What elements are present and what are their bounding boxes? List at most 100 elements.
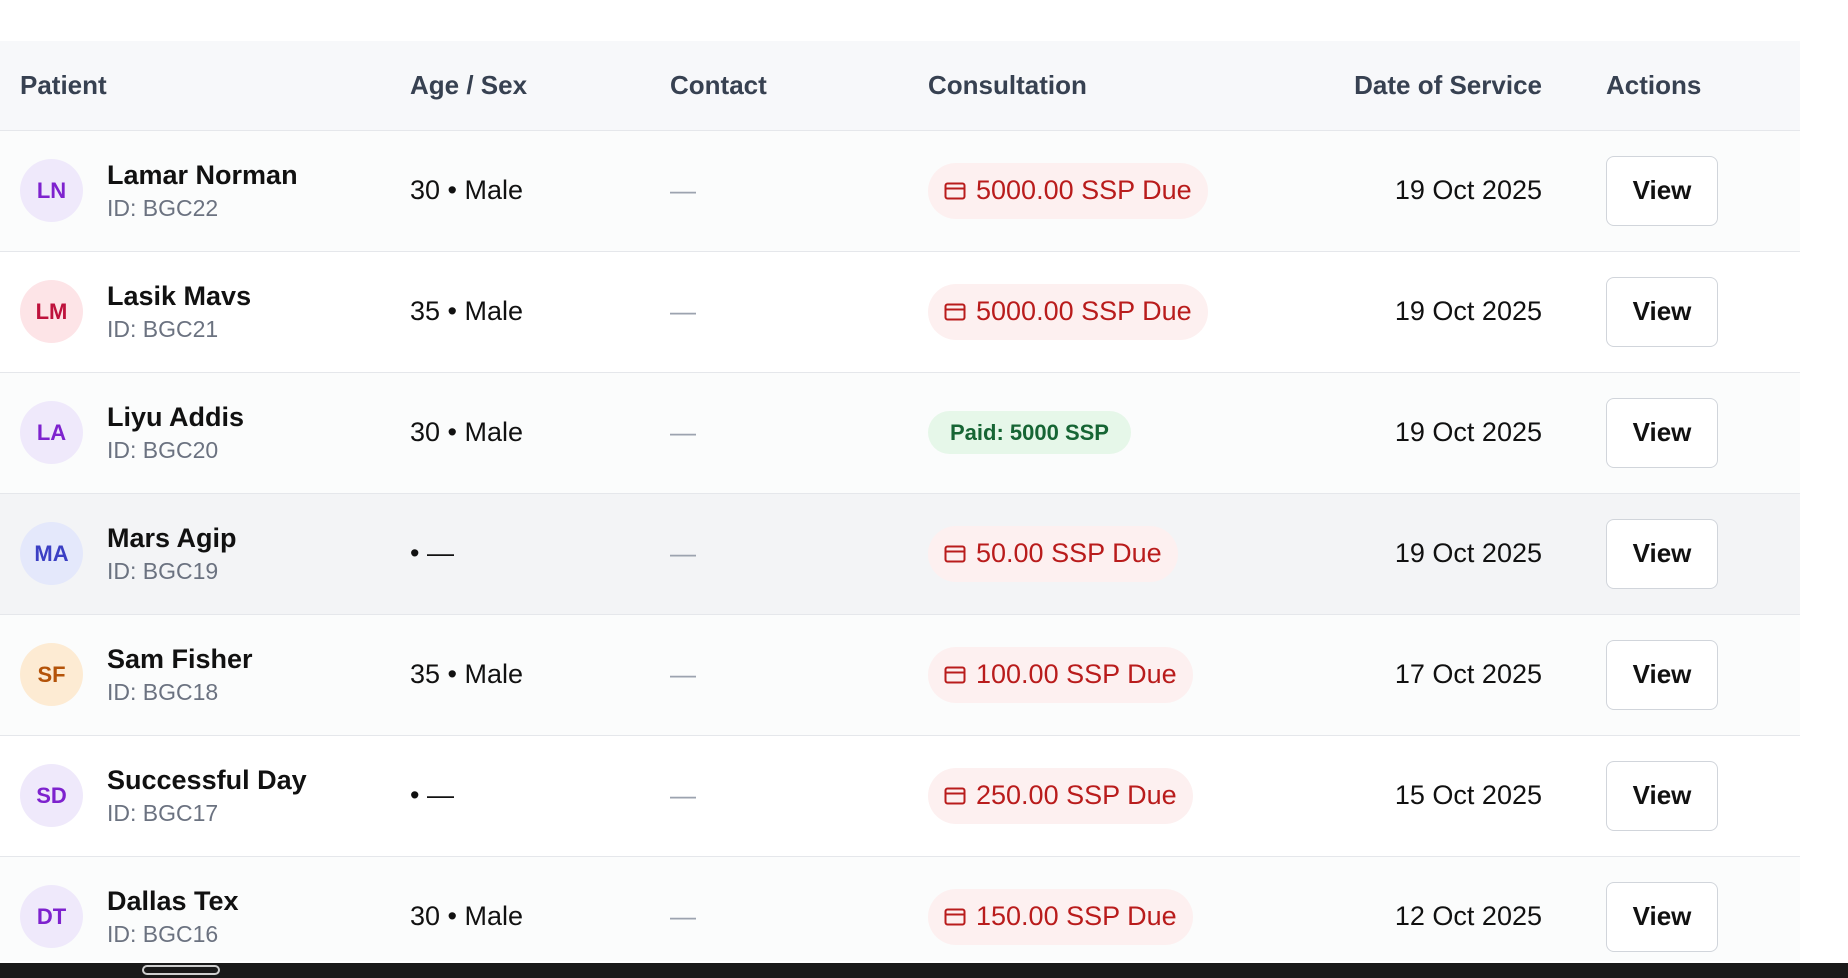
- due-status-badge: 100.00 SSP Due: [928, 646, 1193, 703]
- contact-cell: —: [670, 251, 928, 372]
- date-of-service: 19 Oct 2025: [1394, 417, 1542, 447]
- patient-id: ID: BGC16: [107, 920, 219, 947]
- date-cell: 19 Oct 2025: [1308, 251, 1606, 372]
- consultation-cell: 5000.00 SSP Due: [928, 251, 1308, 372]
- age-sex-value: 30 • Male: [410, 901, 524, 931]
- consultation-cell: 150.00 SSP Due: [928, 856, 1308, 961]
- avatar: SF: [20, 643, 83, 706]
- actions-cell: View: [1606, 130, 1800, 251]
- patient-name: Sam Fisher: [107, 643, 253, 674]
- age-sex-value: 30 • Male: [410, 417, 524, 447]
- credit-card-icon: [944, 182, 966, 200]
- due-status-badge: 5000.00 SSP Due: [928, 162, 1208, 219]
- credit-card-icon: [944, 908, 966, 926]
- contact-value: —: [670, 659, 696, 689]
- contact-cell: —: [670, 493, 928, 614]
- patient-id: ID: BGC22: [107, 194, 219, 221]
- table-body: LN Lamar Norman ID: BGC22 30 • Male — 50…: [0, 130, 1800, 961]
- table-row[interactable]: SD Successful Day ID: BGC17 • — — 250.00…: [0, 735, 1800, 856]
- date-cell: 19 Oct 2025: [1308, 372, 1606, 493]
- avatar: LA: [20, 401, 83, 464]
- avatar: LM: [20, 280, 83, 343]
- table-row[interactable]: SF Sam Fisher ID: BGC18 35 • Male — 100.…: [0, 614, 1800, 735]
- contact-value: —: [670, 780, 696, 810]
- actions-cell: View: [1606, 251, 1800, 372]
- patient-id: ID: BGC18: [107, 678, 219, 705]
- date-cell: 15 Oct 2025: [1308, 735, 1606, 856]
- avatar: MA: [20, 522, 83, 585]
- patient-id: ID: BGC21: [107, 315, 219, 342]
- column-header-patient: Patient: [20, 69, 107, 100]
- due-status-badge: 150.00 SSP Due: [928, 888, 1193, 945]
- contact-value: —: [670, 538, 696, 568]
- column-header-contact: Contact: [670, 69, 767, 100]
- view-button[interactable]: View: [1606, 639, 1718, 710]
- actions-cell: View: [1606, 372, 1800, 493]
- age-sex-value: • —: [410, 780, 454, 810]
- patient-name: Mars Agip: [107, 522, 237, 553]
- patient-name: Lamar Norman: [107, 159, 298, 190]
- patient-name: Successful Day: [107, 764, 307, 795]
- consultation-amount: 5000.00 SSP Due: [976, 296, 1192, 326]
- column-header-consultation: Consultation: [928, 69, 1087, 100]
- age-sex-cell: • —: [410, 735, 670, 856]
- table-row[interactable]: DT Dallas Tex ID: BGC16 30 • Male — 150.…: [0, 856, 1800, 961]
- age-sex-cell: 35 • Male: [410, 614, 670, 735]
- horizontal-scrollbar[interactable]: [0, 963, 1848, 978]
- patients-view: Patient Age / Sex Contact Consultation D…: [0, 0, 1848, 978]
- paid-status-badge: Paid: 5000 SSP: [928, 411, 1131, 454]
- age-sex-value: 30 • Male: [410, 175, 524, 205]
- date-of-service: 19 Oct 2025: [1394, 175, 1542, 205]
- view-button[interactable]: View: [1606, 518, 1718, 589]
- consultation-amount: 50.00 SSP Due: [976, 538, 1162, 568]
- age-sex-cell: 30 • Male: [410, 372, 670, 493]
- consultation-cell: 50.00 SSP Due: [928, 493, 1308, 614]
- scrollbar-thumb[interactable]: [142, 965, 220, 975]
- due-status-badge: 5000.00 SSP Due: [928, 283, 1208, 340]
- view-button[interactable]: View: [1606, 397, 1718, 468]
- patient-cell: LN Lamar Norman ID: BGC22: [0, 130, 410, 251]
- view-button[interactable]: View: [1606, 155, 1718, 226]
- table-row[interactable]: LM Lasik Mavs ID: BGC21 35 • Male — 5000…: [0, 251, 1800, 372]
- consultation-amount: 5000.00 SSP Due: [976, 175, 1192, 205]
- age-sex-cell: • —: [410, 493, 670, 614]
- patients-table-container: Patient Age / Sex Contact Consultation D…: [0, 41, 1800, 961]
- consultation-cell: Paid: 5000 SSP: [928, 372, 1308, 493]
- table-row[interactable]: LA Liyu Addis ID: BGC20 30 • Male — Paid…: [0, 372, 1800, 493]
- patient-id: ID: BGC19: [107, 557, 219, 584]
- table-row[interactable]: MA Mars Agip ID: BGC19 • — — 50.00 SSP D…: [0, 493, 1800, 614]
- contact-cell: —: [670, 614, 928, 735]
- patient-name: Liyu Addis: [107, 401, 245, 432]
- age-sex-value: • —: [410, 538, 454, 568]
- consultation-cell: 5000.00 SSP Due: [928, 130, 1308, 251]
- actions-cell: View: [1606, 856, 1800, 961]
- date-cell: 17 Oct 2025: [1308, 614, 1606, 735]
- contact-value: —: [670, 417, 696, 447]
- patients-table: Patient Age / Sex Contact Consultation D…: [0, 41, 1800, 961]
- view-button[interactable]: View: [1606, 760, 1718, 831]
- table-row[interactable]: LN Lamar Norman ID: BGC22 30 • Male — 50…: [0, 130, 1800, 251]
- age-sex-value: 35 • Male: [410, 296, 524, 326]
- date-of-service: 17 Oct 2025: [1394, 659, 1542, 689]
- patient-id: ID: BGC20: [107, 436, 219, 463]
- contact-cell: —: [670, 372, 928, 493]
- column-header-date-of-service: Date of Service: [1354, 69, 1542, 100]
- patient-cell: SF Sam Fisher ID: BGC18: [0, 614, 410, 735]
- contact-value: —: [670, 901, 696, 931]
- due-status-badge: 250.00 SSP Due: [928, 767, 1193, 824]
- contact-cell: —: [670, 856, 928, 961]
- patient-cell: MA Mars Agip ID: BGC19: [0, 493, 410, 614]
- view-button[interactable]: View: [1606, 276, 1718, 347]
- actions-cell: View: [1606, 493, 1800, 614]
- avatar: SD: [20, 764, 83, 827]
- age-sex-value: 35 • Male: [410, 659, 524, 689]
- date-of-service: 19 Oct 2025: [1394, 296, 1542, 326]
- date-of-service: 15 Oct 2025: [1394, 780, 1542, 810]
- date-cell: 19 Oct 2025: [1308, 493, 1606, 614]
- due-status-badge: 50.00 SSP Due: [928, 525, 1178, 582]
- contact-cell: —: [670, 735, 928, 856]
- view-button[interactable]: View: [1606, 881, 1718, 952]
- date-cell: 12 Oct 2025: [1308, 856, 1606, 961]
- credit-card-icon: [944, 787, 966, 805]
- column-header-age-sex: Age / Sex: [410, 69, 528, 100]
